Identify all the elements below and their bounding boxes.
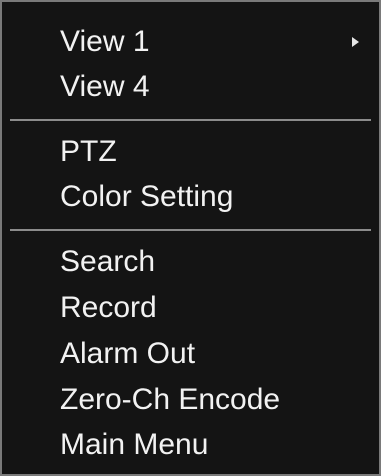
menu-item-label: Alarm Out <box>60 337 196 370</box>
menu-item-search[interactable]: Search <box>60 240 155 284</box>
menu-item-label: View 4 <box>60 70 150 103</box>
menu-item-label: Search <box>60 245 156 278</box>
menu-divider <box>10 119 371 121</box>
menu-item-zero-ch-encode[interactable]: Zero-Ch Encode <box>60 378 280 422</box>
context-menu: View 1 View 4 PTZ Color Setting Search R… <box>0 0 381 476</box>
menu-item-view-1[interactable]: View 1 <box>60 20 150 64</box>
menu-item-label: View 1 <box>60 25 150 58</box>
menu-item-label: PTZ <box>60 135 117 168</box>
submenu-arrow-icon <box>352 37 359 47</box>
menu-item-ptz[interactable]: PTZ <box>60 130 117 174</box>
menu-item-view-4[interactable]: View 4 <box>60 65 150 109</box>
menu-item-color-setting[interactable]: Color Setting <box>60 175 233 219</box>
menu-item-alarm-out[interactable]: Alarm Out <box>60 332 195 376</box>
menu-item-label: Main Menu <box>60 428 209 461</box>
menu-item-label: Record <box>60 291 157 324</box>
menu-item-record[interactable]: Record <box>60 286 157 330</box>
menu-item-main-menu[interactable]: Main Menu <box>60 423 208 467</box>
menu-divider <box>10 229 371 231</box>
menu-item-label: Zero-Ch Encode <box>60 383 281 416</box>
menu-item-label: Color Setting <box>60 180 234 213</box>
